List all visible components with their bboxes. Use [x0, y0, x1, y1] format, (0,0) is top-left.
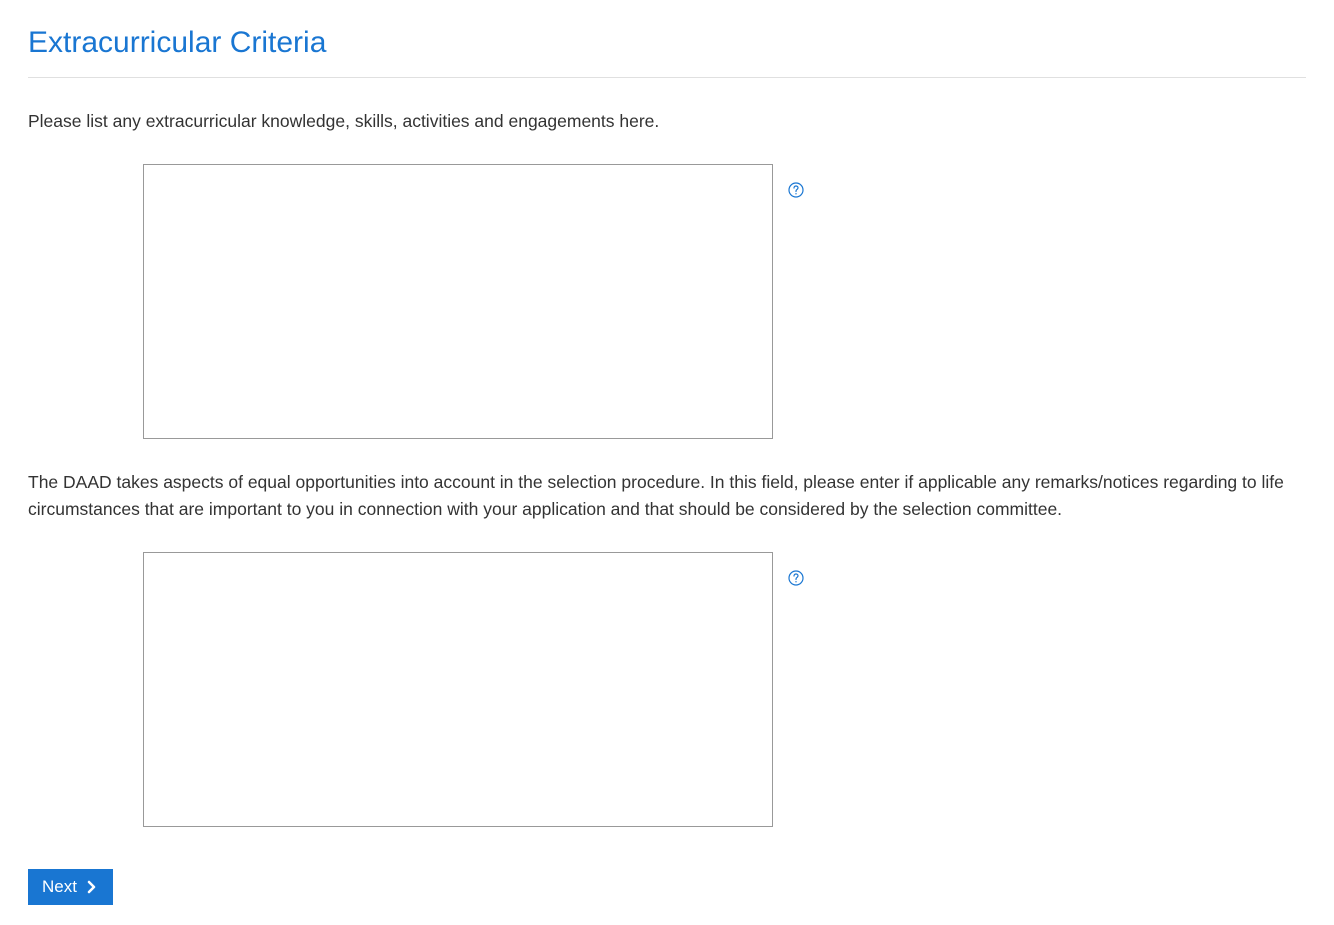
- equal-opportunities-textarea[interactable]: [143, 552, 773, 827]
- equal-opportunities-row: [28, 552, 1306, 827]
- page-title: Extracurricular Criteria: [28, 20, 1306, 78]
- help-icon[interactable]: [788, 570, 804, 586]
- chevron-right-icon: [87, 880, 97, 894]
- extracurricular-textarea[interactable]: [143, 164, 773, 439]
- extracurricular-label: Please list any extracurricular knowledg…: [28, 108, 1306, 134]
- help-icon[interactable]: [788, 182, 804, 198]
- equal-opportunities-field-block: The DAAD takes aspects of equal opportun…: [28, 469, 1306, 827]
- next-button[interactable]: Next: [28, 869, 113, 905]
- extracurricular-field-block: Please list any extracurricular knowledg…: [28, 108, 1306, 439]
- extracurricular-row: [28, 164, 1306, 439]
- equal-opportunities-label: The DAAD takes aspects of equal opportun…: [28, 469, 1306, 522]
